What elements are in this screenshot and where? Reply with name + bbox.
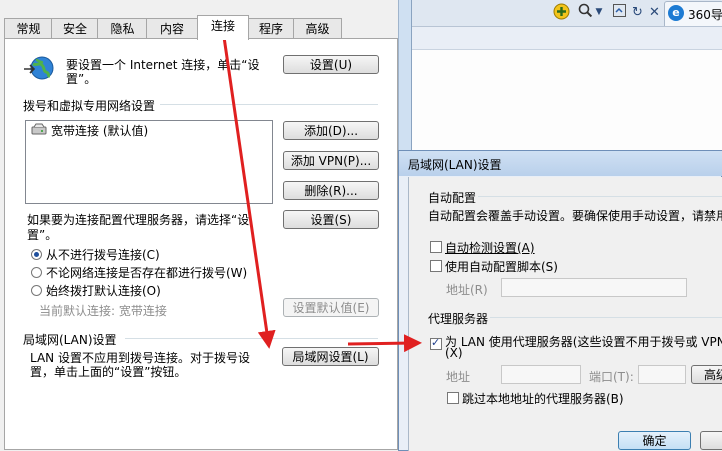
divider bbox=[490, 317, 722, 318]
proxy-address-input[interactable] bbox=[501, 365, 581, 384]
radio-dial-when-no-network[interactable] bbox=[31, 267, 42, 278]
connection-item[interactable]: 宽带连接 (默认值) bbox=[51, 122, 148, 139]
advanced-button[interactable]: 高级 bbox=[691, 365, 722, 384]
dialup-vpn-heading: 拨号和虚拟专用网络设置 bbox=[23, 99, 156, 113]
cancel-button[interactable] bbox=[700, 431, 722, 450]
radio-always-dial[interactable] bbox=[31, 285, 42, 296]
radio-never-dial[interactable] bbox=[31, 249, 42, 260]
ok-button[interactable]: 确定 bbox=[618, 431, 691, 450]
auto-detect-checkbox[interactable] bbox=[430, 241, 442, 253]
auto-script-checkbox[interactable] bbox=[430, 260, 442, 272]
setup-button[interactable]: 设置(U) bbox=[283, 55, 379, 74]
set-default-button[interactable]: 设置默认值(E) bbox=[283, 298, 379, 317]
script-address-label: 地址(R) bbox=[446, 283, 488, 297]
setup-description: 要设置一个 Internet 连接，单击“设置”。 bbox=[66, 58, 260, 86]
tab-content[interactable]: 内容 bbox=[146, 18, 198, 39]
auto-detect-label[interactable]: 自动检测设置(A) bbox=[445, 239, 535, 256]
use-proxy-label[interactable]: 为 LAN 使用代理服务器(这些设置不用于拨号或 VPN bbox=[445, 333, 722, 350]
radio-dial-when-no-network-label[interactable]: 不论网络连接是否存在都进行拨号(W) bbox=[46, 264, 247, 281]
close-icon[interactable]: ✕ bbox=[645, 3, 664, 22]
lan-description-line2: 置，单击上面的“设置”按钮。 bbox=[30, 365, 187, 379]
tab-security[interactable]: 安全 bbox=[51, 18, 99, 39]
proxy-heading: 代理服务器 bbox=[428, 312, 489, 326]
proxy-description-line2: 置”。 bbox=[27, 228, 58, 242]
modem-icon bbox=[31, 123, 47, 136]
divider bbox=[478, 196, 722, 197]
proxy-settings-button[interactable]: 设置(S) bbox=[283, 210, 379, 229]
browser-tab-band bbox=[410, 27, 722, 50]
divider bbox=[160, 104, 378, 105]
proxy-port-input[interactable] bbox=[638, 365, 686, 384]
dropdown-icon[interactable]: ▼ bbox=[594, 3, 604, 22]
tab-programs[interactable]: 程序 bbox=[247, 18, 295, 39]
bypass-local-checkbox[interactable] bbox=[447, 392, 459, 404]
add-connection-button[interactable]: 添加(D)... bbox=[283, 121, 379, 140]
tab-connections[interactable]: 连接 bbox=[197, 15, 249, 40]
tab-privacy[interactable]: 隐私 bbox=[97, 18, 148, 39]
auto-config-heading: 自动配置 bbox=[428, 191, 477, 205]
lan-dialog-title: 局域网(LAN)设置 bbox=[408, 158, 502, 172]
browser-tab-label: 360导 bbox=[688, 8, 722, 22]
radio-always-dial-label[interactable]: 始终拨打默认连接(O) bbox=[46, 282, 161, 299]
remove-connection-button[interactable]: 删除(R)... bbox=[283, 181, 379, 200]
tab-general[interactable]: 常规 bbox=[4, 18, 53, 39]
add-icon[interactable] bbox=[552, 3, 571, 22]
use-proxy-checkbox[interactable] bbox=[430, 336, 442, 350]
radio-never-dial-label[interactable]: 从不进行拨号连接(C) bbox=[46, 246, 160, 263]
current-default-label: 当前默认连接: 宽带连接 bbox=[39, 304, 167, 318]
auto-config-description: 自动配置会覆盖手动设置。要确保使用手动设置，请禁用 bbox=[428, 209, 722, 223]
ie-icon: e bbox=[668, 5, 684, 21]
divider bbox=[125, 338, 378, 339]
add-vpn-button[interactable]: 添加 VPN(P)... bbox=[283, 151, 379, 170]
use-proxy-label-cont[interactable]: (X) bbox=[445, 346, 463, 360]
script-address-input[interactable] bbox=[501, 278, 687, 297]
globe-network-icon bbox=[22, 54, 56, 84]
proxy-address-label: 地址 bbox=[446, 370, 471, 384]
zoom-icon[interactable] bbox=[610, 3, 629, 22]
bypass-local-label[interactable]: 跳过本地地址的代理服务器(B) bbox=[462, 390, 624, 407]
tab-advanced[interactable]: 高级 bbox=[293, 18, 342, 39]
search-icon[interactable] bbox=[576, 3, 595, 22]
auto-script-label[interactable]: 使用自动配置脚本(S) bbox=[445, 258, 558, 275]
proxy-port-label: 端口(T): bbox=[589, 370, 634, 384]
lan-settings-button[interactable]: 局域网设置(L) bbox=[282, 347, 379, 366]
lan-heading: 局域网(LAN)设置 bbox=[23, 333, 117, 347]
proxy-description-line1: 如果要为连接配置代理服务器，请选择“设 bbox=[27, 213, 250, 227]
